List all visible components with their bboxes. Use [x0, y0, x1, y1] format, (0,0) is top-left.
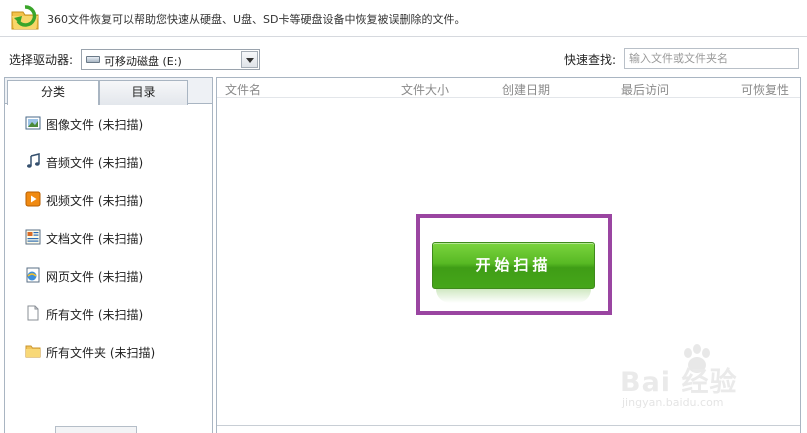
image-icon [25, 116, 41, 130]
toolbar: 选择驱动器: 可移动磁盘 (E:) 快速查找: [0, 44, 807, 74]
quick-search-label: 快速查找: [564, 53, 617, 67]
category-item-web-pages[interactable]: 网页文件 (未扫描) [5, 265, 212, 287]
file-icon [27, 305, 39, 321]
folder-icon [25, 345, 41, 358]
app-header: 360文件恢复可以帮助您快速从硬盘、U盘、SD卡等硬盘设备中恢复被误删除的文件。 [0, 0, 807, 37]
app-description: 360文件恢复可以帮助您快速从硬盘、U盘、SD卡等硬盘设备中恢复被误删除的文件。 [47, 13, 466, 26]
drive-select[interactable]: 可移动磁盘 (E:) [81, 49, 260, 70]
chevron-down-icon[interactable] [241, 51, 258, 68]
watermark-text: Bai 经验 [620, 367, 738, 398]
category-item-images[interactable]: 图像文件 (未扫描) [5, 113, 212, 135]
category-item-video[interactable]: 视频文件 (未扫描) [5, 189, 212, 211]
category-label: 视频文件 (未扫描) [46, 194, 144, 208]
panel-tabs: 目录 分类 [5, 78, 212, 105]
watermark-url: jingyan.baidu.com [622, 396, 724, 409]
column-header-last-accessed[interactable]: 最后访问 [621, 81, 669, 98]
category-panel: 目录 分类 图像文件 (未扫描) 音频文件 (未扫描) 视频文件 (未扫描) 文… [4, 77, 213, 433]
baidu-jingyan-watermark: Bai 经验 jingyan.baidu.com [618, 342, 798, 414]
category-label: 文档文件 (未扫描) [46, 232, 144, 246]
category-item-all-files[interactable]: 所有文件 (未扫描) [5, 303, 212, 325]
tab-directory[interactable]: 目录 [99, 80, 188, 105]
video-icon [25, 191, 41, 207]
category-label: 所有文件夹 (未扫描) [46, 346, 156, 360]
scan-button-reflection [436, 289, 591, 303]
file-recovery-logo-icon [11, 5, 39, 30]
category-label: 所有文件 (未扫描) [46, 308, 144, 322]
column-header-file-name[interactable]: 文件名 [225, 81, 261, 98]
column-header-created-date[interactable]: 创建日期 [502, 81, 550, 98]
start-scan-button[interactable]: 开始扫描 [432, 242, 595, 289]
drive-select-value: 可移动磁盘 (E:) [104, 55, 182, 68]
drive-select-label: 选择驱动器: [9, 53, 74, 67]
panel-footer-button[interactable] [55, 426, 137, 433]
column-header-recoverability[interactable]: 可恢复性 [741, 81, 789, 98]
category-item-audio[interactable]: 音频文件 (未扫描) [5, 151, 212, 173]
quick-search-input[interactable] [624, 48, 799, 69]
web-page-icon [26, 267, 40, 283]
status-bar [217, 425, 800, 433]
category-item-documents[interactable]: 文档文件 (未扫描) [5, 227, 212, 249]
category-item-all-folders[interactable]: 所有文件夹 (未扫描) [5, 341, 212, 363]
category-label: 图像文件 (未扫描) [46, 118, 144, 132]
category-label: 音频文件 (未扫描) [46, 156, 144, 170]
music-note-icon [27, 153, 40, 168]
document-icon [25, 229, 41, 245]
column-header-file-size[interactable]: 文件大小 [401, 81, 449, 98]
removable-drive-icon [86, 56, 100, 63]
tab-category[interactable]: 分类 [7, 80, 99, 105]
category-label: 网页文件 (未扫描) [46, 270, 144, 284]
file-list-header: 文件名 文件大小 创建日期 最后访问 可恢复性 [217, 78, 800, 98]
